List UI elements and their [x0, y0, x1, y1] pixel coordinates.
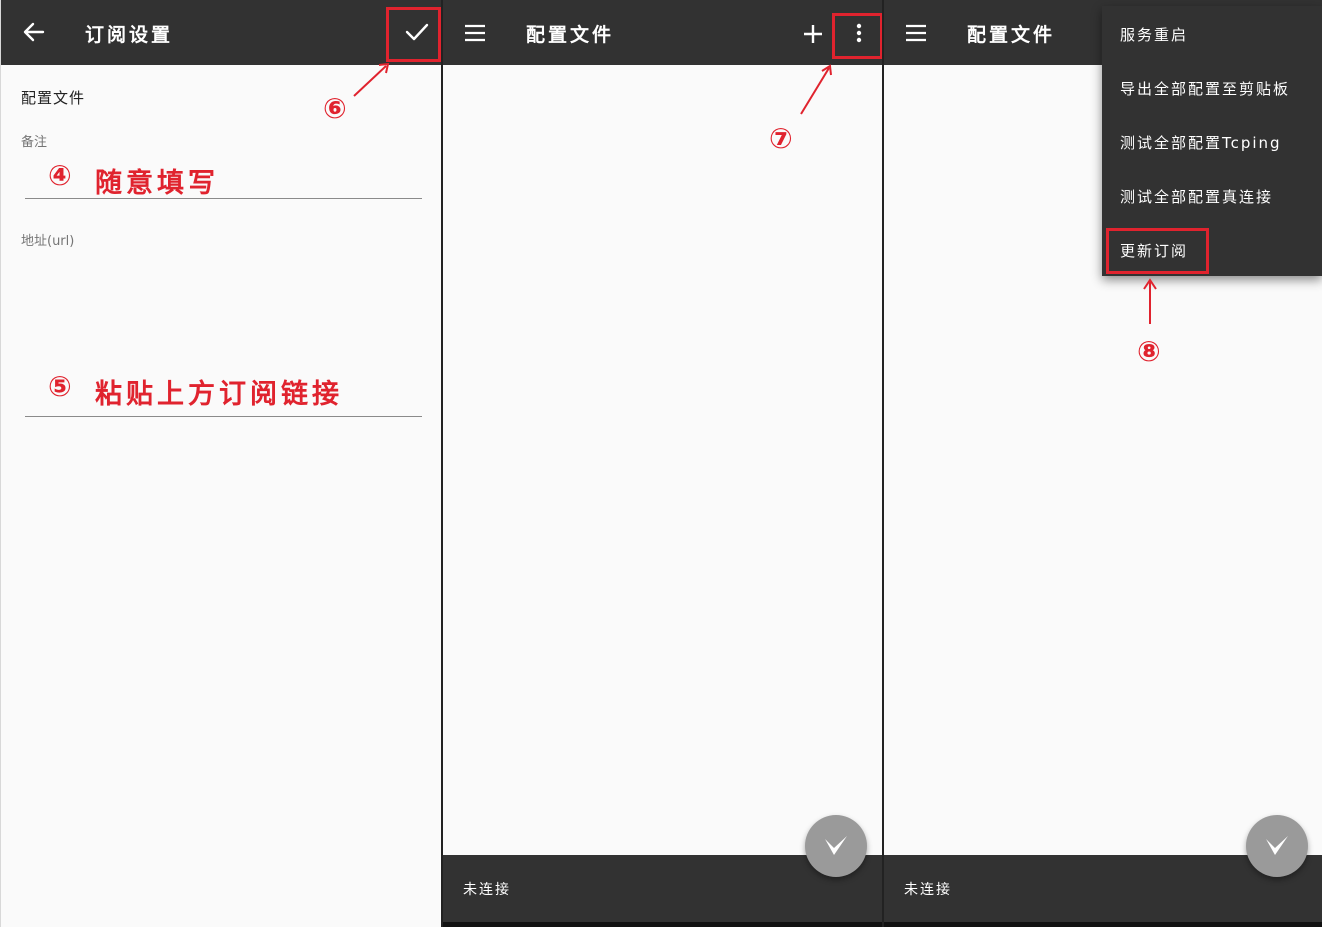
annotation-number: ⑦: [769, 122, 793, 155]
v-logo-icon: [1266, 836, 1288, 855]
hamburger-menu-icon[interactable]: [905, 24, 927, 42]
subscription-settings-panel: 订阅设置 配置文件 备注 ④ 随意填写 地址(url) ⑤ 粘贴上方订阅链接 ⑥: [0, 0, 441, 927]
remark-label: 备注: [21, 135, 48, 150]
annotation-remark: 随意填写: [95, 168, 219, 199]
annotation-number: ⑧: [1137, 335, 1161, 368]
connection-status: 未连接: [463, 882, 511, 898]
highlight-box: [832, 13, 882, 59]
page-title: 配置文件: [967, 24, 1056, 46]
connect-fab-button[interactable]: [805, 815, 867, 877]
bottom-strip: [443, 922, 882, 927]
annotation-number: ⑥: [323, 92, 347, 125]
annotation-arrow: [1143, 278, 1157, 324]
highlight-box: [1106, 228, 1209, 274]
annotation-arrow: [800, 64, 832, 115]
v-logo-icon: [825, 836, 847, 855]
url-label: 地址(url): [21, 234, 75, 249]
toolbar: 配置文件: [443, 0, 882, 65]
menu-item-test-tcping[interactable]: 测试全部配置Tcping: [1120, 132, 1282, 153]
toolbar: 订阅设置: [1, 0, 441, 65]
annotation-number: ⑤: [48, 370, 72, 403]
connect-fab-button[interactable]: [1246, 815, 1308, 877]
connection-status: 未连接: [904, 882, 952, 898]
hamburger-menu-icon[interactable]: [464, 24, 486, 42]
annotation-number: ④: [48, 159, 72, 192]
highlight-box: [386, 7, 441, 62]
menu-item-export-clipboard[interactable]: 导出全部配置至剪贴板: [1120, 78, 1290, 99]
menu-item-test-real-connection[interactable]: 测试全部配置真连接: [1120, 186, 1273, 207]
page-title: 订阅设置: [85, 24, 174, 46]
page-title: 配置文件: [526, 24, 615, 46]
annotation-url: 粘贴上方订阅链接: [95, 379, 343, 410]
section-title: 配置文件: [21, 89, 86, 107]
bottom-strip: [884, 922, 1322, 927]
remark-field[interactable]: [25, 198, 422, 199]
annotation-arrow: [353, 62, 390, 97]
profiles-panel: 配置文件 ⑦ 未连接: [441, 0, 882, 927]
url-field[interactable]: [25, 416, 422, 417]
menu-item-restart-service[interactable]: 服务重启: [1120, 24, 1188, 45]
plus-icon[interactable]: [803, 24, 823, 44]
profiles-menu-panel: 配置文件 服务重启 导出全部配置至剪贴板 测试全部配置Tcping 测试全部配置…: [882, 0, 1322, 927]
arrow-left-icon[interactable]: [23, 21, 45, 43]
